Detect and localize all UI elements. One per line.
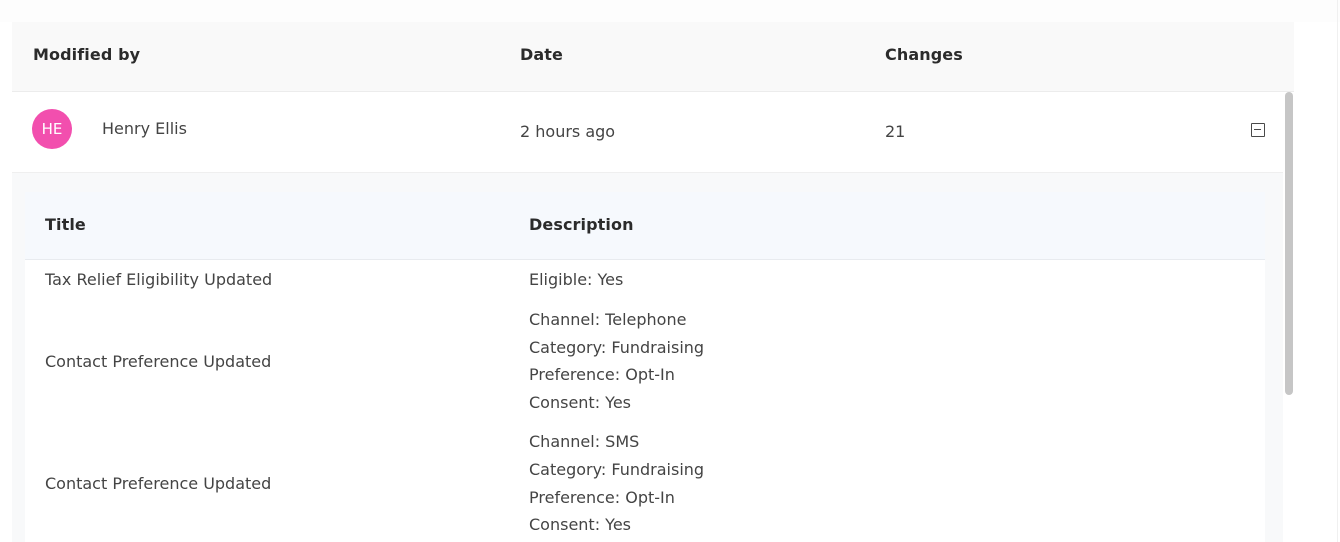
change-title: Contact Preference Updated	[45, 352, 272, 371]
column-header-title: Title	[45, 215, 86, 234]
column-header-changes: Changes	[885, 45, 963, 64]
table-header: Modified by Date Changes	[12, 22, 1294, 92]
change-description-line: Preference: Opt-In	[529, 365, 675, 384]
audit-table: Modified by Date Changes HE Henry Ellis …	[12, 22, 1294, 542]
modified-date: 2 hours ago	[520, 122, 616, 141]
audit-history-page: Modified by Date Changes HE Henry Ellis …	[0, 0, 1340, 542]
right-gutter	[1294, 22, 1340, 542]
scrollbar-thumb[interactable]	[1285, 92, 1293, 395]
row-details-panel: Title Description Tax Relief Eligibility…	[12, 173, 1294, 542]
change-description-line: Eligible: Yes	[529, 270, 624, 289]
column-header-modified-by: Modified by	[33, 45, 141, 64]
change-description-line: Category: Fundraising	[529, 338, 705, 357]
change-description-line: Preference: Opt-In	[529, 488, 675, 507]
column-header-description: Description	[529, 215, 634, 234]
changes-count: 21	[885, 122, 906, 141]
minus-square-icon[interactable]	[1251, 123, 1265, 137]
page-edge-divider	[1337, 0, 1338, 542]
change-description-line: Channel: Telephone	[529, 310, 687, 329]
change-title: Contact Preference Updated	[45, 474, 272, 493]
change-description-line: Consent: Yes	[529, 515, 631, 534]
changes-detail-table: Title Description Tax Relief Eligibility…	[25, 192, 1265, 542]
column-header-date: Date	[520, 45, 563, 64]
change-description-line: Category: Fundraising	[529, 460, 705, 479]
modified-by-name: Henry Ellis	[102, 119, 187, 138]
avatar: HE	[32, 109, 72, 149]
top-spacer	[0, 0, 1340, 22]
change-description-line: Consent: Yes	[529, 393, 631, 412]
change-title: Tax Relief Eligibility Updated	[45, 270, 273, 289]
change-description-line: Channel: SMS	[529, 432, 640, 451]
table-row[interactable]: HE Henry Ellis 2 hours ago 21	[12, 92, 1294, 173]
detail-table-header: Title Description	[25, 192, 1265, 260]
